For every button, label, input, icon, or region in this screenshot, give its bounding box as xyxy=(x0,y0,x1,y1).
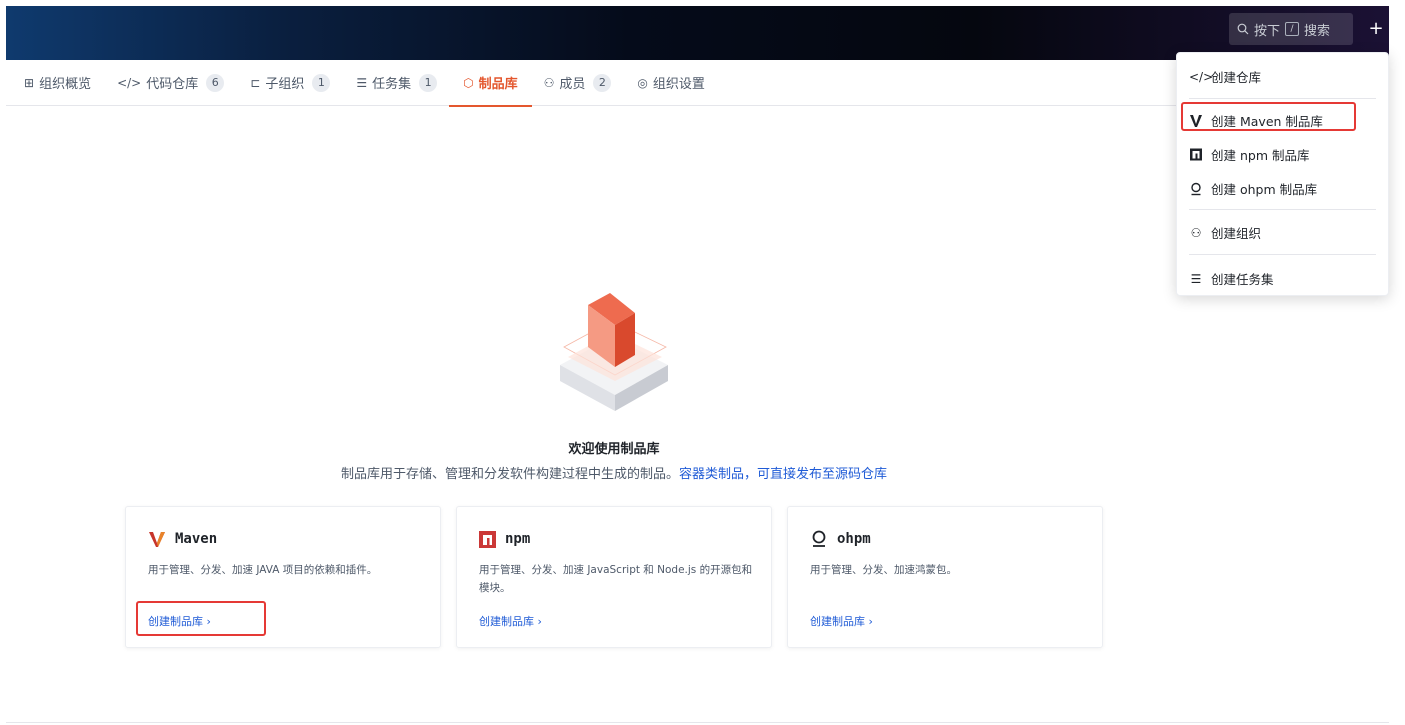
list-icon: ☰ xyxy=(1190,271,1202,286)
grid-icon: ⊞ xyxy=(24,75,35,90)
tab-sub-orgs-count: 1 xyxy=(312,73,331,92)
menu-item-create-maven[interactable]: 创建 Maven 制品库 xyxy=(1189,111,1323,130)
npm-icon xyxy=(479,530,496,548)
menu-item-create-ohpm-label: 创建 ohpm 制品库 xyxy=(1211,182,1318,197)
menu-item-create-ohpm[interactable]: 创建 ohpm 制品库 xyxy=(1189,179,1317,198)
tab-task-sets[interactable]: ☰ 任务集 1 xyxy=(356,60,438,106)
global-search[interactable]: 按下 / 搜索 xyxy=(1229,13,1353,45)
npm-card-title: npm xyxy=(505,531,531,547)
menu-divider xyxy=(1189,209,1376,210)
container-artifacts-link[interactable]: 容器类制品，可直接发布至源码仓库 xyxy=(679,467,887,482)
maven-icon xyxy=(149,532,165,547)
tab-org-settings[interactable]: ◎ 组织设置 xyxy=(637,60,705,106)
tab-task-sets-count: 1 xyxy=(419,73,438,92)
welcome-description: 制品库用于存储、管理和分发软件构建过程中生成的制品。容器类制品，可直接发布至源码… xyxy=(0,463,1228,482)
page-bottom-divider xyxy=(6,722,1389,723)
npm-card-description: 用于管理、分发、加速 JavaScript 和 Node.js 的开源包和模块。 xyxy=(479,564,753,594)
menu-divider xyxy=(1189,98,1376,99)
ohpm-icon xyxy=(1191,182,1201,195)
menu-item-create-org[interactable]: ⚇ 创建组织 xyxy=(1189,223,1261,242)
users-icon: ⚇ xyxy=(1190,225,1202,240)
welcome-description-text: 制品库用于存储、管理和分发软件构建过程中生成的制品。 xyxy=(340,467,679,482)
menu-item-create-taskset[interactable]: ☰ 创建任务集 xyxy=(1189,269,1274,288)
create-dropdown-menu: </> 创建仓库 创建 Maven 制品库 创建 npm 制品库 创建 ohpm… xyxy=(1176,52,1389,296)
menu-item-create-repo[interactable]: </> 创建仓库 xyxy=(1189,67,1261,86)
create-maven-repo-link[interactable]: 创建制品库 › xyxy=(148,613,211,629)
tab-code-repos[interactable]: </> 代码仓库 6 xyxy=(117,60,225,106)
ohpm-card: ohpm 用于管理、分发、加速鸿蒙包。 创建制品库 › xyxy=(787,506,1103,648)
ohpm-icon xyxy=(812,530,826,547)
list-icon: ☰ xyxy=(356,75,368,90)
menu-item-create-taskset-label: 创建任务集 xyxy=(1211,272,1274,287)
users-icon: ⚇ xyxy=(543,75,555,90)
tab-members-count: 2 xyxy=(593,73,612,92)
ohpm-card-description: 用于管理、分发、加速鸿蒙包。 xyxy=(810,564,957,576)
create-npm-repo-link[interactable]: 创建制品库 › xyxy=(479,613,542,629)
maven-card: Maven 用于管理、分发、加速 JAVA 项目的依赖和插件。 创建制品库 › xyxy=(125,506,441,648)
artifact-box-illustration xyxy=(560,293,668,411)
tab-overview[interactable]: ⊞ 组织概览 xyxy=(24,60,91,106)
menu-item-create-npm[interactable]: 创建 npm 制品库 xyxy=(1189,145,1309,164)
npm-square-icon xyxy=(1190,148,1202,161)
tab-sub-orgs[interactable]: ⊏ 子组织 1 xyxy=(250,60,331,106)
tab-code-repos-label: 代码仓库 xyxy=(146,77,199,92)
menu-item-create-npm-label: 创建 npm 制品库 xyxy=(1211,148,1310,163)
create-plus-button[interactable]: + xyxy=(1366,13,1386,45)
maven-card-description: 用于管理、分发、加速 JAVA 项目的依赖和插件。 xyxy=(148,564,378,576)
package-icon: ⬡ xyxy=(463,75,474,90)
tab-members[interactable]: ⚇ 成员 2 xyxy=(544,60,612,106)
menu-item-create-repo-label: 创建仓库 xyxy=(1211,70,1262,85)
code-icon: </> xyxy=(1189,69,1214,84)
settings-icon: ◎ xyxy=(637,75,648,90)
tab-artifacts[interactable]: ⬡ 制品库 xyxy=(449,60,532,107)
search-hint-text: 搜索 xyxy=(1304,23,1331,39)
code-icon: </> xyxy=(117,75,142,90)
tab-org-settings-label: 组织设置 xyxy=(652,77,705,92)
search-hint-prefix: 按下 xyxy=(1254,23,1281,39)
menu-item-create-maven-label: 创建 Maven 制品库 xyxy=(1211,114,1323,129)
maven-v-icon xyxy=(1190,114,1202,127)
create-ohpm-repo-link[interactable]: 创建制品库 › xyxy=(810,613,873,629)
ohpm-card-title: ohpm xyxy=(837,531,871,547)
hierarchy-icon: ⊏ xyxy=(250,75,261,90)
slash-key-hint: / xyxy=(1285,22,1300,36)
tab-sub-orgs-label: 子组织 xyxy=(265,77,305,92)
search-icon xyxy=(1237,23,1249,35)
maven-card-title: Maven xyxy=(175,531,218,547)
menu-divider xyxy=(1189,254,1376,255)
tab-task-sets-label: 任务集 xyxy=(372,77,412,92)
npm-card: npm 用于管理、分发、加速 JavaScript 和 Node.js 的开源包… xyxy=(456,506,772,648)
welcome-title: 欢迎使用制品库 xyxy=(568,442,660,457)
tab-artifacts-label: 制品库 xyxy=(478,77,518,92)
menu-item-create-org-label: 创建组织 xyxy=(1211,226,1262,241)
tab-members-label: 成员 xyxy=(559,77,586,92)
tab-overview-label: 组织概览 xyxy=(39,77,92,92)
tab-code-repos-count: 6 xyxy=(206,73,225,92)
